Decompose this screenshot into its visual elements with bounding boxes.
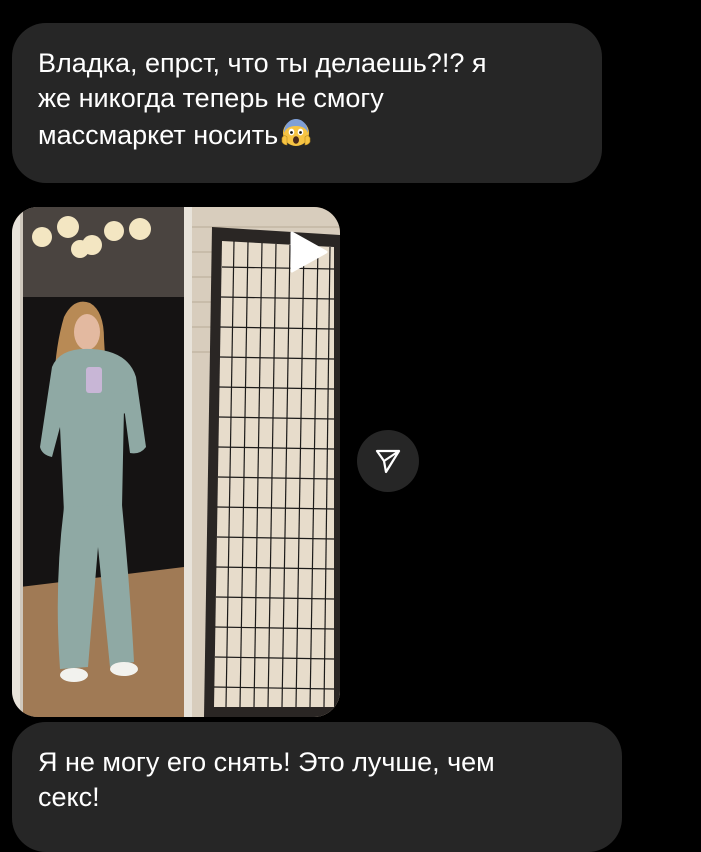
message-line: Я не могу его снять! Это лучше, чем xyxy=(38,747,495,777)
received-message-bubble[interactable]: Владка, епрст, что ты делаешь?!? я же ни… xyxy=(12,23,602,183)
message-line: же никогда теперь не смогу xyxy=(38,83,384,113)
message-line: Владка, епрст, что ты делаешь?!? я xyxy=(38,48,487,78)
message-line: секс! xyxy=(38,782,100,812)
received-message-bubble[interactable]: Я не могу его снять! Это лучше, чем секс… xyxy=(12,722,622,852)
message-line: массмаркет носить xyxy=(38,116,580,153)
paper-plane-share-icon xyxy=(375,449,401,474)
share-button[interactable] xyxy=(357,430,419,492)
message-line-text: массмаркет носить xyxy=(38,120,279,150)
shared-story-media[interactable] xyxy=(12,207,340,717)
play-icon[interactable] xyxy=(280,225,334,279)
face-screaming-in-fear-emoji xyxy=(281,119,311,146)
mirror-selfie-photo xyxy=(12,207,340,717)
